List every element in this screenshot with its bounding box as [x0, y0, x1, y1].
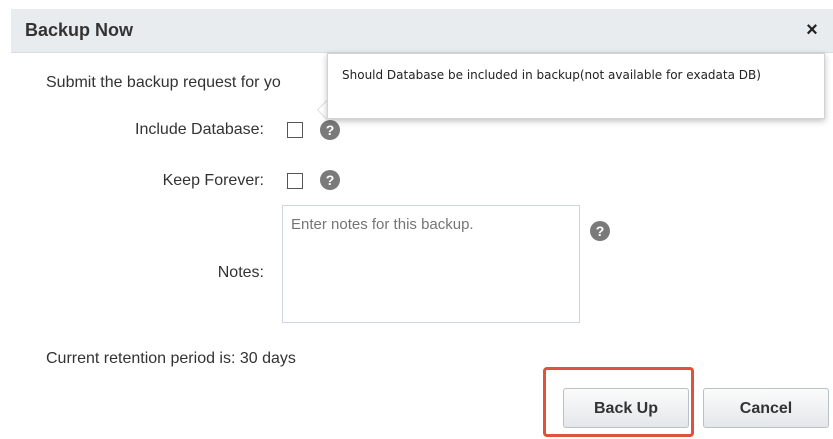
close-icon[interactable]: ×: [801, 17, 823, 43]
include-database-label: Include Database:: [135, 121, 264, 138]
help-icon[interactable]: ?: [320, 120, 340, 140]
help-icon[interactable]: ?: [320, 170, 340, 190]
intro-text: Submit the backup request for yo: [46, 74, 281, 91]
dialog-title: Backup Now: [25, 20, 134, 40]
retention-period-text: Current retention period is: 30 days: [46, 350, 296, 367]
backup-now-dialog: Backup Now × Submit the backup request f…: [0, 0, 833, 439]
help-icon[interactable]: ?: [590, 221, 610, 241]
keep-forever-checkbox[interactable]: [287, 173, 303, 189]
help-tooltip: Should Database be included in backup(no…: [327, 53, 825, 119]
include-database-checkbox[interactable]: [287, 122, 303, 138]
keep-forever-label: Keep Forever:: [162, 172, 264, 189]
notes-label: Notes:: [217, 264, 264, 281]
notes-textarea[interactable]: [282, 205, 580, 323]
tooltip-text: Should Database be included in backup(no…: [342, 68, 761, 82]
cancel-button[interactable]: Cancel: [703, 388, 829, 428]
dialog-titlebar: Backup Now ×: [11, 9, 833, 53]
back-up-button[interactable]: Back Up: [563, 388, 689, 428]
